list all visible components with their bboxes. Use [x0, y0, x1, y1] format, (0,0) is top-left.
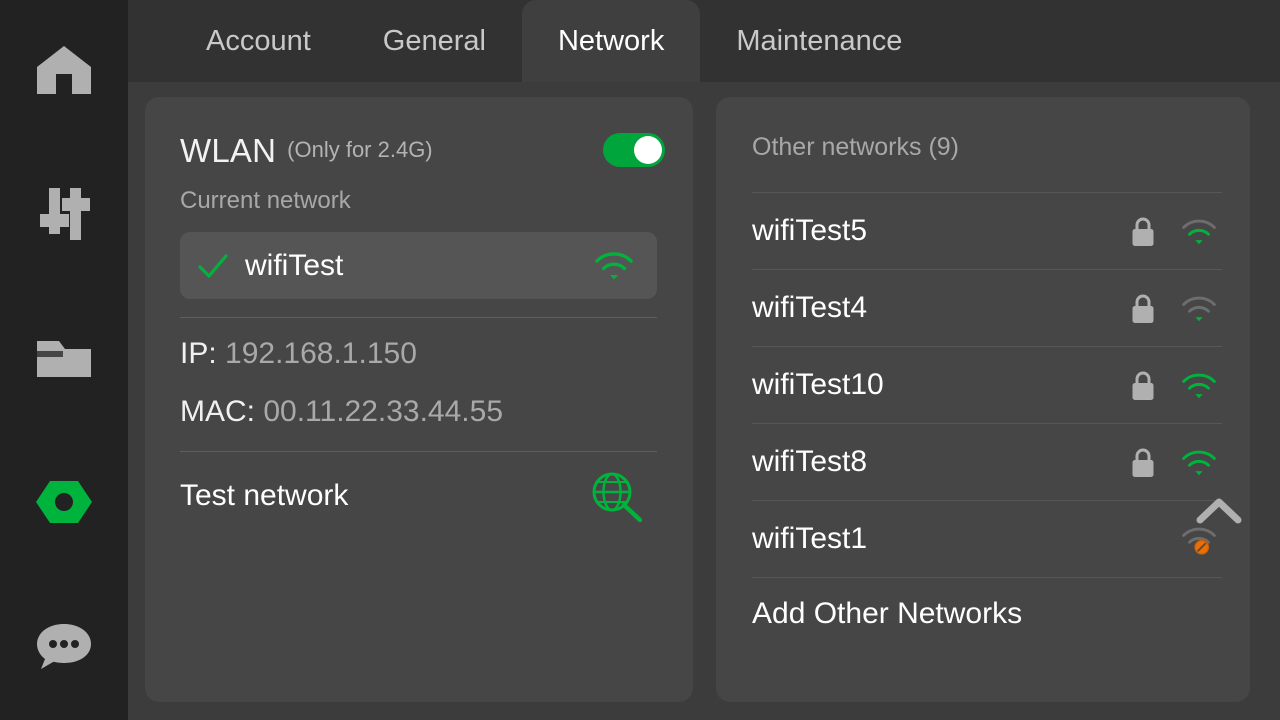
- network-row[interactable]: wifiTest5: [752, 192, 1222, 269]
- current-network-row[interactable]: wifiTest: [180, 232, 657, 299]
- wlan-subtitle: (Only for 2.4G): [287, 137, 433, 162]
- wifi-signal-icon: [1182, 373, 1216, 398]
- sidebar-item-home[interactable]: [0, 0, 128, 144]
- network-row-icons: [1130, 347, 1218, 424]
- ip-value: 192.168.1.150: [225, 337, 417, 370]
- sliders-icon: [36, 186, 92, 247]
- main-content: WLAN (Only for 2.4G) Current network wif…: [128, 82, 1280, 720]
- wlan-header: WLAN (Only for 2.4G): [180, 129, 665, 173]
- lock-icon: [1132, 448, 1154, 477]
- divider: [180, 317, 657, 318]
- wifi-signal-icon: [595, 252, 633, 280]
- network-row[interactable]: wifiTest10: [752, 346, 1222, 423]
- app-window: Account General Network Maintenance WLAN…: [0, 0, 1280, 720]
- network-ssid: wifiTest1: [752, 522, 868, 555]
- other-networks-panel: Other networks (9) wifiTest5 wifiTest4 w…: [716, 97, 1250, 702]
- sidebar-item-messages[interactable]: [0, 576, 128, 720]
- tab-account[interactable]: Account: [170, 0, 347, 82]
- add-other-networks-label: Add Other Networks: [752, 596, 1023, 630]
- divider: [180, 451, 657, 452]
- tab-label: Account: [206, 24, 311, 57]
- network-row-icons: [1180, 501, 1218, 578]
- globe-magnifier-icon[interactable]: [589, 471, 645, 528]
- wlan-panel: WLAN (Only for 2.4G) Current network wif…: [145, 97, 693, 702]
- wlan-title: WLAN: [180, 132, 277, 169]
- ip-address-line: IP: 192.168.1.150: [180, 337, 417, 371]
- tab-label: Maintenance: [736, 24, 903, 57]
- sidebar-item-files[interactable]: [0, 288, 128, 432]
- network-row-icons: [1130, 193, 1218, 270]
- home-icon: [36, 44, 92, 101]
- network-list: wifiTest5 wifiTest4 wifiTest10 wifiTest8…: [752, 192, 1222, 649]
- current-network-ssid: wifiTest: [245, 248, 344, 282]
- tab-network[interactable]: Network: [521, 0, 701, 82]
- tab-general[interactable]: General: [347, 0, 522, 82]
- lock-icon: [1132, 217, 1154, 246]
- other-networks-header: Other networks (9): [752, 133, 960, 161]
- chat-bubble-icon: [35, 621, 93, 676]
- sidebar-item-settings[interactable]: [0, 144, 128, 288]
- tab-label: Network: [557, 24, 665, 57]
- tab-maintenance[interactable]: Maintenance: [700, 0, 938, 82]
- network-row[interactable]: wifiTest8: [752, 423, 1222, 500]
- mac-label: MAC:: [180, 395, 255, 428]
- network-ssid: wifiTest8: [752, 445, 868, 478]
- wifi-signal-icon: [1182, 219, 1216, 244]
- mac-address-line: MAC: 00.11.22.33.44.55: [180, 395, 503, 429]
- network-row[interactable]: wifiTest4: [752, 269, 1222, 346]
- tab-list: Account General Network Maintenance: [128, 0, 1280, 82]
- lock-icon: [1132, 371, 1154, 400]
- network-ssid: wifiTest4: [752, 291, 868, 324]
- tab-bar: Account General Network Maintenance: [128, 0, 1280, 82]
- wlan-toggle[interactable]: [603, 133, 665, 167]
- folder-icon: [35, 335, 93, 386]
- wifi-blocked-icon: [1182, 527, 1216, 555]
- toggle-knob: [634, 136, 662, 164]
- sidebar: [0, 0, 128, 720]
- network-ssid: wifiTest5: [752, 214, 868, 247]
- sidebar-item-device[interactable]: [0, 432, 128, 576]
- wifi-signal-icon: [1182, 296, 1216, 321]
- tab-label: General: [382, 24, 486, 57]
- lock-icon: [1132, 294, 1154, 323]
- test-network-row[interactable]: Test network: [180, 469, 657, 523]
- ip-label: IP:: [180, 337, 217, 370]
- wifi-signal-icon: [1182, 450, 1216, 475]
- network-row-icons: [1130, 424, 1218, 501]
- add-other-networks-button[interactable]: Add Other Networks: [752, 577, 1222, 649]
- hex-nut-icon: [34, 479, 94, 530]
- mac-value: 00.11.22.33.44.55: [263, 395, 504, 428]
- network-row-icons: [1130, 270, 1218, 347]
- test-network-label: Test network: [180, 479, 349, 512]
- current-network-label: Current network: [180, 187, 351, 214]
- check-icon: [198, 253, 228, 278]
- network-row[interactable]: wifiTest1: [752, 500, 1222, 577]
- network-ssid: wifiTest10: [752, 368, 884, 401]
